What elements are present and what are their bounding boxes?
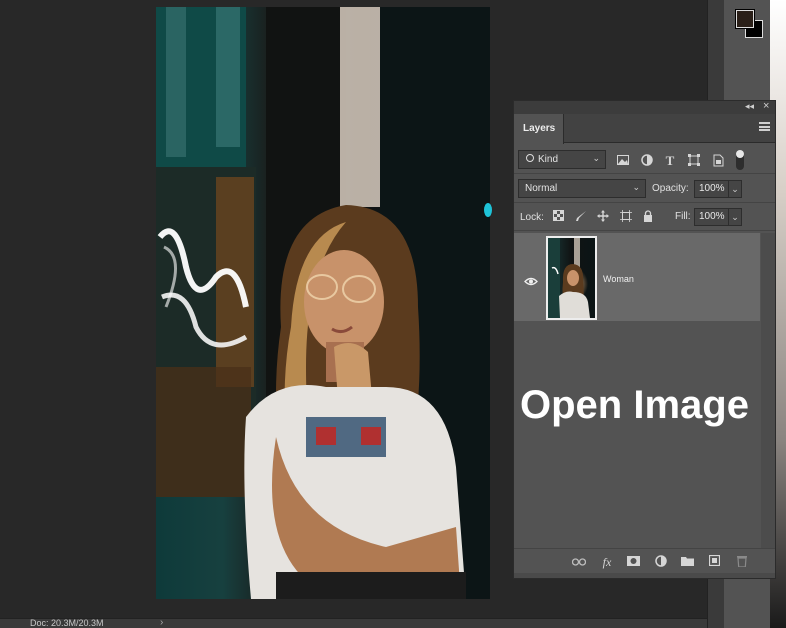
panel-top-bar: ◂◂ ×: [514, 100, 775, 114]
eye-visibility-icon[interactable]: [524, 273, 538, 286]
image-filter-icon[interactable]: [616, 154, 630, 168]
overlay-caption: Open Image: [520, 383, 749, 427]
shape-filter-icon[interactable]: [687, 154, 701, 168]
fill-label: Fill:: [675, 211, 691, 222]
lock-image-icon[interactable]: [574, 210, 587, 223]
blend-opacity-row: Normal ⌄ Opacity: 100% ⌄: [514, 175, 775, 203]
fill-value: 100%: [699, 211, 725, 222]
lock-position-icon[interactable]: [596, 210, 609, 223]
document-canvas[interactable]: [156, 7, 490, 599]
photoshop-window: Doc: 20.3M/20.3M › ◂◂ × Layers Kind ⌄ T: [0, 0, 786, 628]
layers-bottom-toolbar: fx: [514, 548, 775, 573]
opacity-chevron-icon[interactable]: ⌄: [728, 180, 742, 198]
panel-menu-icon[interactable]: [759, 122, 770, 131]
opacity-value: 100%: [699, 183, 725, 194]
tab-layers[interactable]: Layers: [514, 114, 564, 144]
layers-scrollbar[interactable]: [761, 233, 775, 549]
fill-input[interactable]: 100% ⌄: [694, 208, 742, 226]
status-menu-arrow-icon[interactable]: ›: [160, 617, 163, 628]
type-filter-icon[interactable]: T: [663, 154, 677, 168]
lock-fill-row: Lock: Fill: 100% ⌄: [514, 203, 775, 231]
lock-all-icon[interactable]: [641, 210, 654, 223]
foreground-color-swatch[interactable]: [735, 9, 755, 29]
layer-item-woman[interactable]: Woman: [514, 233, 760, 321]
close-panel-icon[interactable]: ×: [763, 100, 769, 112]
new-adjustment-icon[interactable]: [654, 555, 668, 569]
new-layer-icon[interactable]: [707, 554, 721, 569]
new-group-icon[interactable]: [680, 555, 694, 569]
search-icon: [526, 154, 534, 162]
lock-transparent-icon[interactable]: [552, 210, 565, 223]
layer-filter-row: Kind ⌄ T: [514, 146, 775, 174]
panel-resize-grip[interactable]: [514, 573, 775, 578]
opacity-label: Opacity:: [652, 183, 689, 194]
panel-tab-bar: Layers: [514, 114, 775, 144]
collapse-panel-icon[interactable]: ◂◂: [745, 101, 754, 112]
layer-thumbnail[interactable]: [546, 236, 597, 320]
adjustment-filter-icon[interactable]: [640, 154, 654, 168]
doc-size-info: Doc: 20.3M/20.3M: [30, 618, 104, 628]
link-layers-icon[interactable]: [571, 555, 587, 569]
photo-woman-image: [156, 7, 490, 599]
opacity-input[interactable]: 100% ⌄: [694, 180, 742, 198]
blend-mode-value: Normal: [525, 183, 558, 194]
add-mask-icon[interactable]: [626, 555, 640, 569]
chevron-down-icon: ⌄: [632, 182, 640, 192]
fill-chevron-icon[interactable]: ⌄: [728, 208, 742, 226]
blend-mode-dropdown[interactable]: Normal ⌄: [518, 179, 646, 198]
chevron-down-icon: ⌄: [592, 153, 600, 163]
lock-artboard-icon[interactable]: [619, 210, 632, 223]
layers-panel: ◂◂ × Layers Kind ⌄ T Normal ⌄ Opacity: 1…: [513, 100, 776, 579]
fx-icon[interactable]: fx: [600, 555, 614, 569]
filter-kind-label: Kind: [538, 154, 559, 165]
lock-label: Lock:: [520, 212, 544, 223]
layer-name: Woman: [603, 274, 634, 284]
delete-layer-icon[interactable]: [735, 555, 749, 569]
edge-marker: [484, 203, 492, 217]
smart-object-filter-icon[interactable]: [711, 154, 725, 168]
status-bar: Doc: 20.3M/20.3M ›: [0, 617, 707, 628]
filter-toggle-switch[interactable]: [736, 150, 744, 170]
filter-kind-dropdown[interactable]: Kind ⌄: [518, 150, 606, 169]
